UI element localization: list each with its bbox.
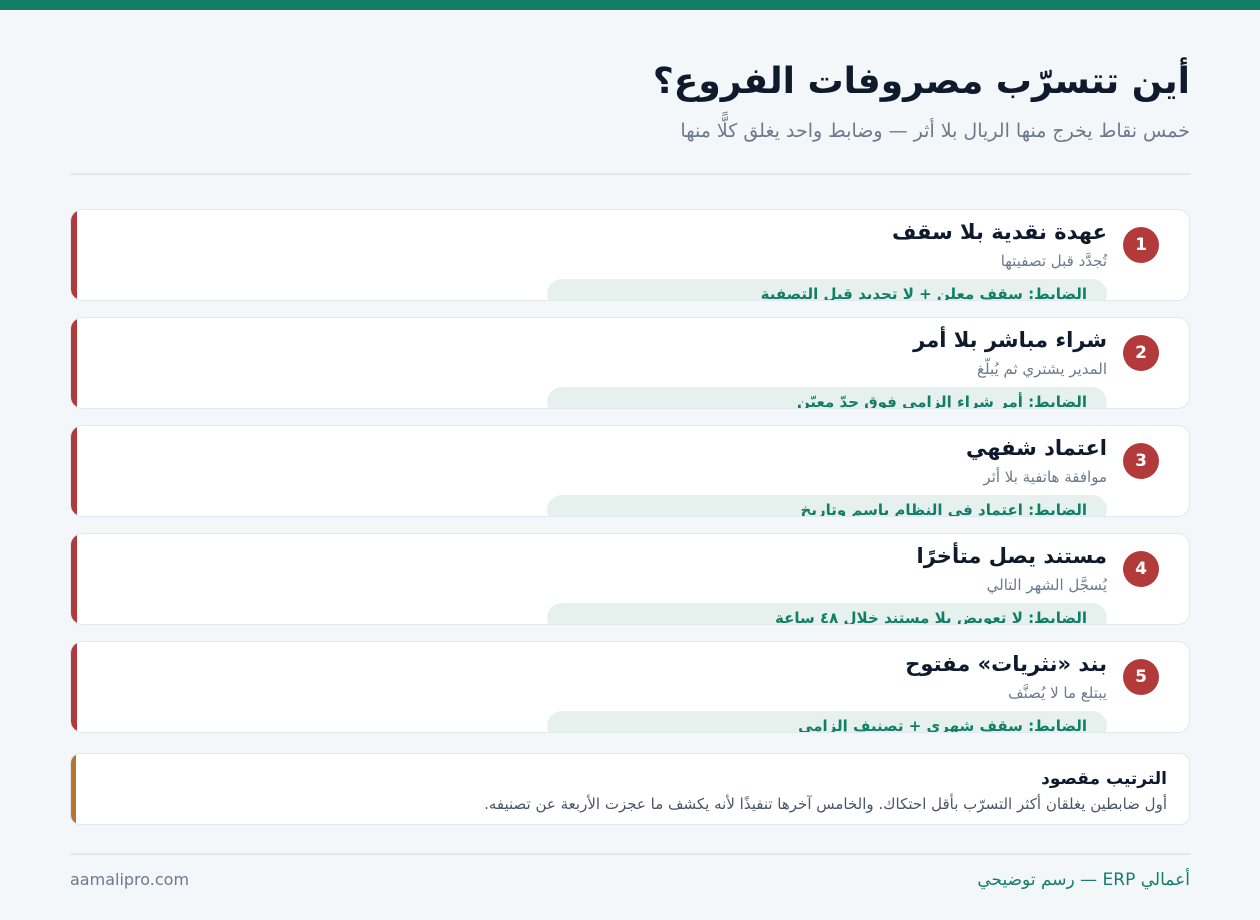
card-title: بند «نثريات» مفتوح — [905, 652, 1107, 676]
card-description: المدير يشتري ثم يُبلّغ — [977, 360, 1107, 378]
card-title: مستند يصل متأخرًا — [916, 544, 1107, 568]
leak-card-2: 2 شراء مباشر بلا أمر المدير يشتري ثم يُب… — [70, 317, 1190, 409]
card-accent-bar — [71, 426, 77, 516]
number-badge: 4 — [1123, 551, 1159, 587]
number-badge: 1 — [1123, 227, 1159, 263]
footer-divider — [70, 853, 1190, 855]
note-box: الترتيب مقصود أول ضابطين يغلقان أكثر الت… — [70, 753, 1190, 825]
card-description: تُجدَّد قبل تصفيتها — [1000, 252, 1107, 270]
control-pill: الضابط: سقف شهري + تصنيف إلزامي — [547, 711, 1107, 732]
leak-card-4: 4 مستند يصل متأخرًا يُسجَّل الشهر التالي… — [70, 533, 1190, 625]
card-accent-bar — [71, 318, 77, 408]
card-description: موافقة هاتفية بلا أثر — [983, 468, 1107, 486]
card-accent-bar — [71, 534, 77, 624]
control-pill: الضابط: اعتماد في النظام باسم وتاريخ — [547, 495, 1107, 516]
footer-site-link[interactable]: aamalipro.com — [70, 869, 189, 891]
card-title: اعتماد شفهي — [965, 436, 1107, 460]
header: أين تتسرّب مصروفات الفروع؟ خمس نقاط يخرج… — [70, 58, 1190, 144]
note-title: الترتيب مقصود — [1041, 769, 1167, 789]
number-badge: 3 — [1123, 443, 1159, 479]
footer-brand: أعمالي ERP — رسم توضيحي — [977, 870, 1190, 890]
header-divider — [70, 173, 1190, 175]
card-description: يبتلع ما لا يُصنَّف — [1008, 684, 1107, 702]
card-title: عهدة نقدية بلا سقف — [891, 220, 1107, 244]
note-accent-bar — [71, 754, 76, 824]
top-accent-bar — [0, 0, 1260, 10]
page-subtitle: خمس نقاط يخرج منها الريال بلا أثر — وضاب… — [680, 120, 1190, 142]
control-pill: الضابط: سقف معلن + لا تجديد قبل التصفية — [547, 279, 1107, 300]
note-text: أول ضابطين يغلقان أكثر التسرّب بأقل احتك… — [484, 795, 1167, 813]
card-accent-bar — [71, 642, 77, 732]
control-pill: الضابط: لا تعويض بلا مستند خلال ٤٨ ساعة — [547, 603, 1107, 624]
leak-card-5: 5 بند «نثريات» مفتوح يبتلع ما لا يُصنَّف… — [70, 641, 1190, 733]
card-accent-bar — [71, 210, 77, 300]
card-description: يُسجَّل الشهر التالي — [986, 576, 1107, 594]
leak-card-3: 3 اعتماد شفهي موافقة هاتفية بلا أثر الضا… — [70, 425, 1190, 517]
leak-card-1: 1 عهدة نقدية بلا سقف تُجدَّد قبل تصفيتها… — [70, 209, 1190, 301]
page-title: أين تتسرّب مصروفات الفروع؟ — [652, 61, 1190, 102]
control-pill: الضابط: أمر شراء إلزامي فوق حدّ معيّن — [547, 387, 1107, 408]
number-badge: 5 — [1123, 659, 1159, 695]
card-title: شراء مباشر بلا أمر — [913, 328, 1107, 352]
number-badge: 2 — [1123, 335, 1159, 371]
